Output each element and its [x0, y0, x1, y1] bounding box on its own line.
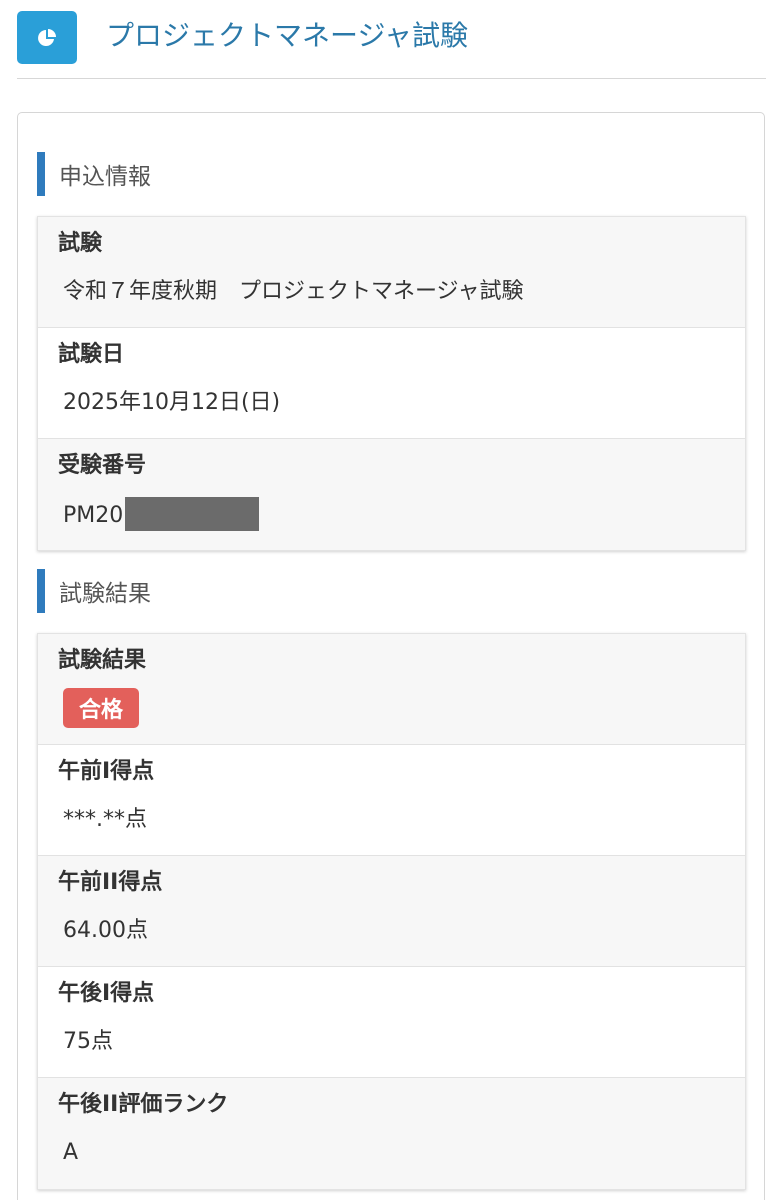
field-value: PM20 — [63, 503, 124, 528]
section-accent-bar — [37, 569, 45, 613]
page: プロジェクトマネージャ試験 申込情報 試験 令和７年度秋期 プロジェクトマネージ… — [0, 0, 784, 1200]
info-row-exam: 試験 令和７年度秋期 プロジェクトマネージャ試験 — [38, 217, 745, 328]
field-label: 試験 — [58, 231, 103, 256]
header-icon-button[interactable] — [17, 11, 77, 64]
redaction-box — [125, 497, 260, 531]
field-label: 午後II評価ランク — [58, 1092, 229, 1117]
section-accent-bar — [37, 152, 45, 196]
field-label: 午前II得点 — [58, 870, 163, 895]
section-title: 申込情報 — [59, 164, 151, 190]
application-card: 試験 令和７年度秋期 プロジェクトマネージャ試験 試験日 2025年10月12日… — [37, 216, 746, 551]
field-label: 試験日 — [58, 342, 125, 367]
info-row-exam-date: 試験日 2025年10月12日(日) — [38, 328, 745, 439]
field-value: 2025年10月12日(日) — [63, 390, 281, 415]
page-title: プロジェクトマネージャ試験 — [106, 19, 469, 52]
examinee-number-value: PM20 — [63, 497, 260, 533]
result-row-pm1: 午後I得点 75点 — [38, 967, 745, 1078]
section-title: 試験結果 — [59, 581, 151, 607]
result-row-am2: 午前II得点 64.00点 — [38, 856, 745, 967]
pass-badge: 合格 — [63, 688, 140, 728]
page-header: プロジェクトマネージャ試験 — [0, 0, 784, 79]
field-label: 試験結果 — [58, 648, 147, 673]
section-heading-results: 試験結果 — [37, 569, 151, 613]
section-heading-application: 申込情報 — [37, 152, 151, 196]
header-divider — [17, 78, 766, 79]
field-value: 75点 — [63, 1029, 113, 1054]
field-value: ***.**点 — [63, 807, 147, 832]
results-card: 試験結果 合格 午前I得点 ***.**点 午前II得点 64.00点 午後I得… — [37, 633, 746, 1190]
result-row-am1: 午前I得点 ***.**点 — [38, 745, 745, 856]
pie-chart-icon — [38, 28, 56, 46]
field-value: 令和７年度秋期 プロジェクトマネージャ試験 — [63, 279, 524, 304]
field-value: 64.00点 — [63, 918, 148, 943]
result-row-overall: 試験結果 合格 — [38, 634, 745, 745]
field-label: 午後I得点 — [58, 981, 155, 1006]
result-row-pm2: 午後II評価ランク A — [38, 1078, 745, 1189]
field-value: A — [63, 1140, 79, 1165]
info-row-examinee-number: 受験番号 PM20 — [38, 439, 745, 550]
field-label: 受験番号 — [58, 453, 147, 478]
field-label: 午前I得点 — [58, 759, 155, 784]
